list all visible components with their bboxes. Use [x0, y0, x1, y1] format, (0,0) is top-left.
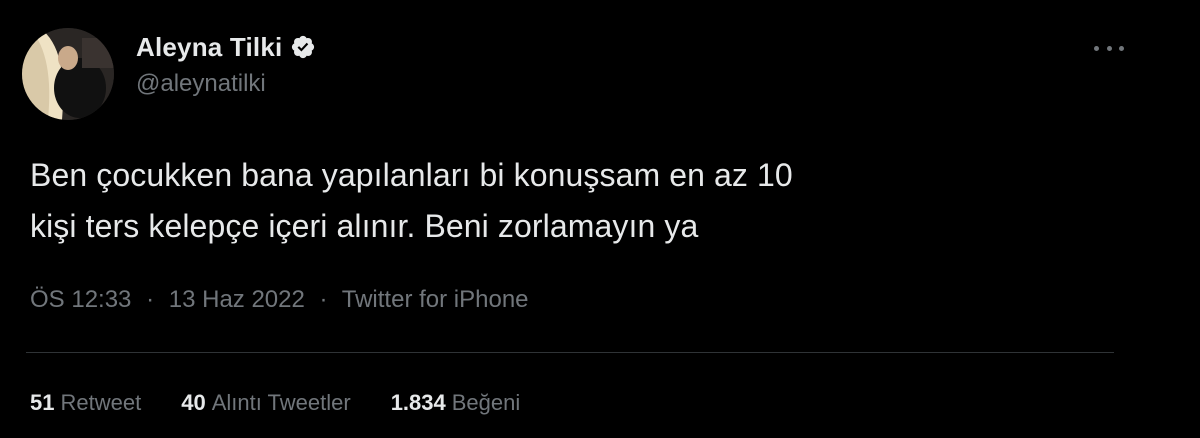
name-row: Aleyna Tilki: [136, 30, 316, 64]
divider: [26, 352, 1114, 353]
avatar[interactable]: [22, 28, 114, 120]
tweet-text-line: kişi ters kelepçe içeri alınır. Beni zor…: [30, 208, 699, 244]
tweet-date[interactable]: 13 Haz 2022: [169, 286, 305, 313]
more-dot: [1119, 45, 1124, 51]
tweet-meta: ÖS 12:33 · 13 Haz 2022 · Twitter for iPh…: [30, 286, 529, 314]
user-handle[interactable]: @aleynatilki: [136, 70, 316, 98]
more-dot: [1106, 45, 1112, 51]
tweet: Aleyna Tilki @aleynatilki Ben çocukken b…: [0, 0, 1200, 438]
tweet-stats: 51 Retweet 40 Alıntı Tweetler 1.834 Beğeni: [30, 390, 560, 416]
quotes-label: Alıntı Tweetler: [211, 390, 351, 415]
tweet-text-line: Ben çocukken bana yapılanları bi konuşsa…: [30, 157, 793, 193]
tweet-time[interactable]: ÖS 12:33: [30, 286, 131, 313]
tweet-source[interactable]: Twitter for iPhone: [342, 286, 529, 313]
display-name[interactable]: Aleyna Tilki: [136, 32, 282, 63]
retweets-count: 51: [30, 390, 55, 415]
retweets-label: Retweet: [60, 390, 142, 415]
quotes-stat[interactable]: 40 Alıntı Tweetler: [181, 390, 350, 416]
more-options-icon[interactable]: [1094, 38, 1124, 58]
meta-separator: ·: [319, 286, 328, 313]
retweets-stat[interactable]: 51 Retweet: [30, 390, 141, 416]
quotes-count: 40: [181, 390, 206, 415]
user-info: Aleyna Tilki @aleynatilki: [136, 30, 316, 98]
more-dot: [1094, 45, 1099, 51]
avatar-image: [22, 28, 114, 120]
likes-label: Beğeni: [451, 390, 521, 415]
likes-count: 1.834: [390, 390, 446, 415]
likes-stat[interactable]: 1.834 Beğeni: [391, 390, 521, 416]
verified-badge-icon: [290, 34, 316, 60]
tweet-text: Ben çocukken bana yapılanları bi konuşsa…: [30, 150, 1130, 252]
meta-separator: ·: [146, 286, 155, 313]
